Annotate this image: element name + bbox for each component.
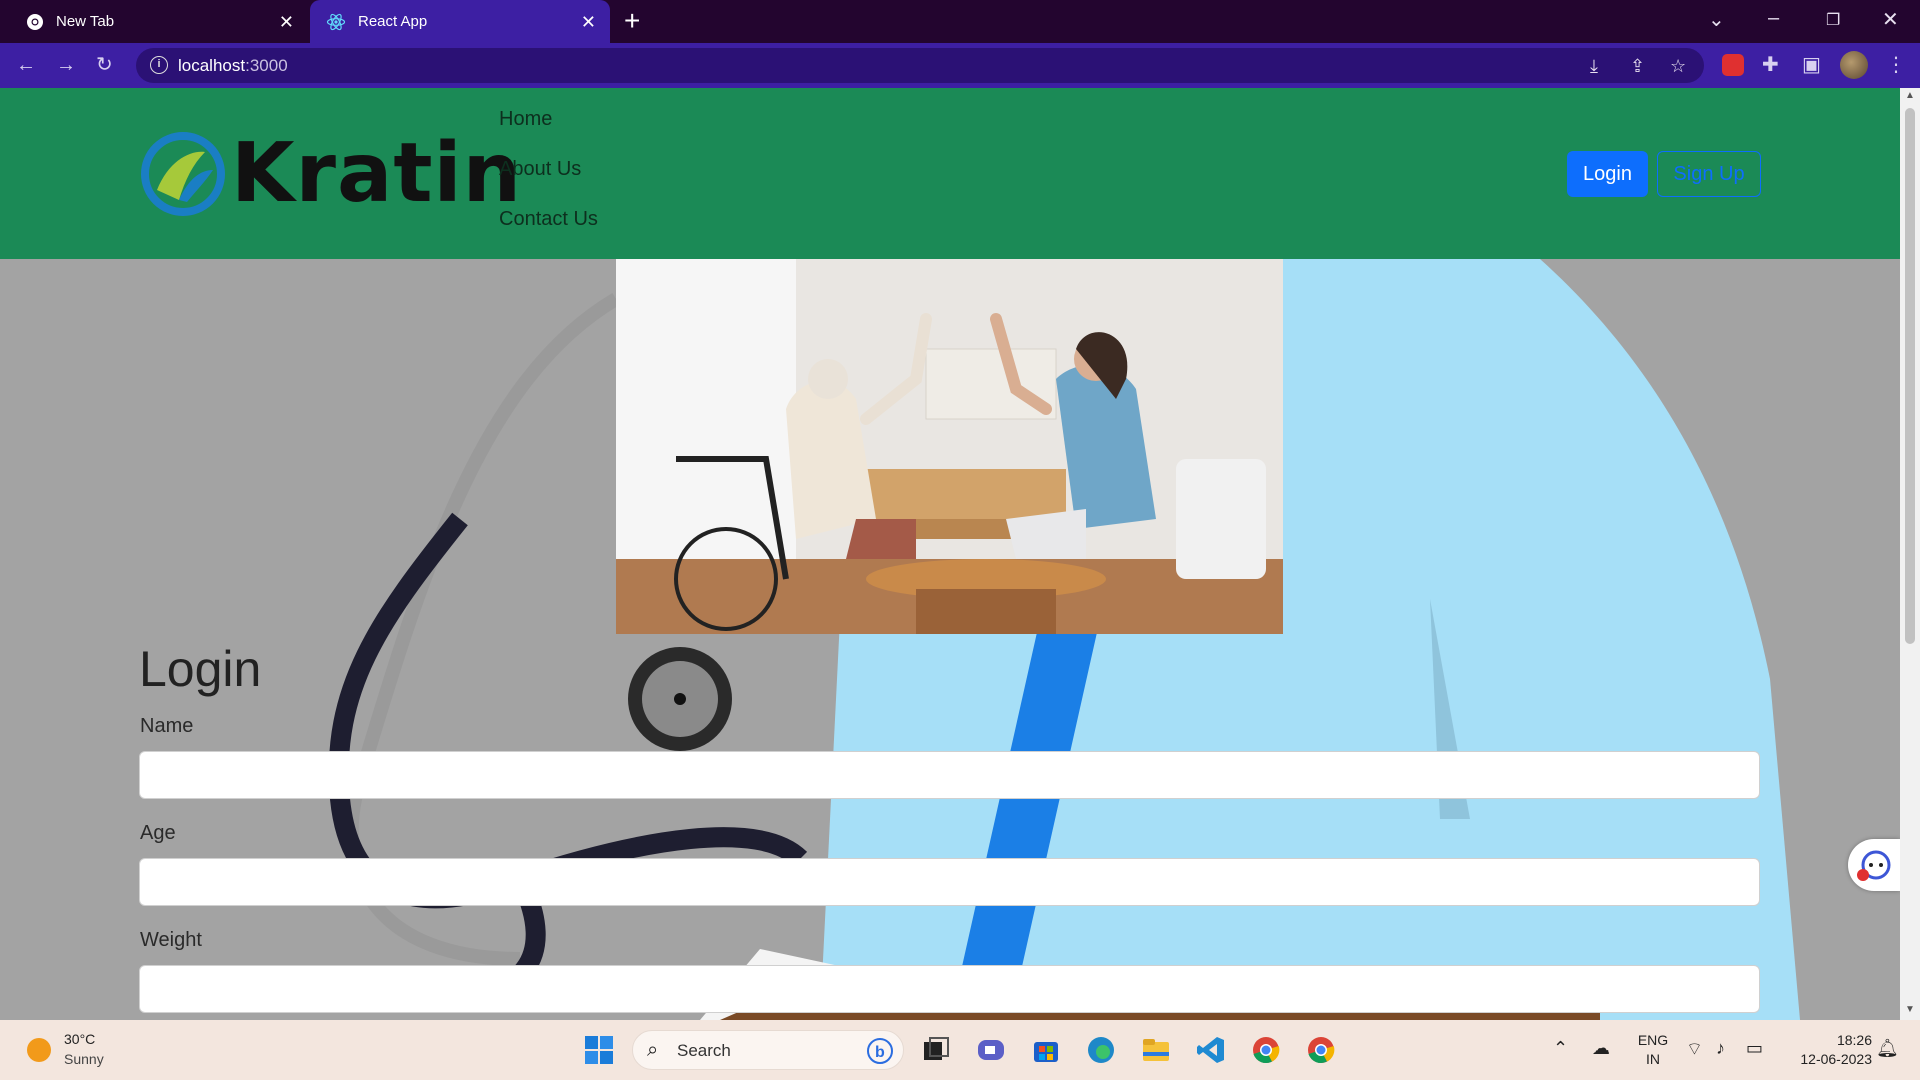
close-icon[interactable]: ✕: [581, 13, 596, 31]
nav-contact-us[interactable]: Contact Us: [499, 206, 598, 256]
bing-icon: b: [867, 1038, 893, 1064]
page-scrollbar[interactable]: ▲ ▼: [1900, 88, 1920, 1020]
menu-kebab-icon[interactable]: ⋮: [1886, 53, 1906, 77]
reload-icon[interactable]: ↻: [96, 53, 113, 77]
scroll-down-icon[interactable]: ▼: [1905, 1004, 1915, 1015]
battery-icon[interactable]: ▭: [1746, 1038, 1763, 1059]
tray-overflow-icon[interactable]: ⌃: [1553, 1038, 1568, 1059]
extensions-puzzle-icon[interactable]: ✚: [1762, 53, 1779, 77]
weight-input[interactable]: [139, 965, 1760, 1013]
nav-home[interactable]: Home: [499, 106, 598, 156]
brand-logo[interactable]: Kratin: [139, 126, 521, 221]
task-view-icon[interactable]: [920, 1034, 952, 1066]
wifi-icon[interactable]: ⌔: [1686, 1038, 1703, 1061]
scroll-up-icon[interactable]: ▲: [1905, 90, 1915, 101]
page-viewport: Kratin Home About Us Contact Us Login Si…: [0, 88, 1900, 1020]
hero-image: [616, 259, 1283, 634]
search-icon: ⌕: [647, 1039, 659, 1061]
file-explorer-icon[interactable]: [1140, 1034, 1172, 1066]
weight-label: Weight: [140, 929, 202, 951]
site-info-icon[interactable]: i: [150, 56, 168, 74]
install-app-icon[interactable]: ⤓: [1590, 56, 1598, 77]
weather-sun-icon[interactable]: [27, 1038, 51, 1062]
restore-icon[interactable]: ❐: [1826, 10, 1840, 30]
search-placeholder: Search: [677, 1041, 731, 1060]
scrollbar-thumb[interactable]: [1905, 108, 1915, 644]
tab-label: New Tab: [56, 13, 115, 30]
clock[interactable]: 18:26 12-06-2023: [1782, 1031, 1872, 1069]
windows-taskbar: 30°C Sunny ⌕ Search b ⌃ ☁ ENG IN ⌔ ♪ ▭ 1…: [0, 1020, 1920, 1080]
back-icon[interactable]: ←: [16, 53, 36, 77]
profile-avatar[interactable]: [1840, 51, 1868, 79]
minimize-icon[interactable]: –: [1768, 7, 1779, 30]
notification-bell-icon[interactable]: 🔔︎: [1876, 1038, 1899, 1059]
age-label: Age: [140, 822, 176, 844]
taskbar-search[interactable]: ⌕ Search b: [632, 1030, 904, 1070]
windows-start-icon[interactable]: [583, 1034, 615, 1066]
side-panel-icon[interactable]: ▣: [1802, 53, 1821, 77]
address-bar[interactable]: i localhost:3000 ⤓ ⇪ ☆: [136, 48, 1704, 83]
onedrive-icon[interactable]: ☁: [1592, 1038, 1610, 1059]
tab-new-tab[interactable]: New Tab ✕: [8, 0, 308, 43]
language-indicator[interactable]: ENG IN: [1633, 1031, 1673, 1069]
site-navbar: Kratin Home About Us Contact Us Login Si…: [0, 88, 1900, 259]
chrome-taskbar-icon[interactable]: [1250, 1034, 1282, 1066]
tab-search-icon[interactable]: ⌄: [1708, 7, 1725, 32]
new-tab-button[interactable]: +: [624, 6, 640, 36]
close-icon[interactable]: ✕: [279, 13, 294, 31]
assistant-widget[interactable]: [1848, 839, 1900, 891]
logo-text: Kratin: [231, 126, 522, 221]
url-text[interactable]: localhost:3000: [178, 56, 288, 76]
login-button[interactable]: Login: [1567, 151, 1648, 197]
bookmark-star-icon[interactable]: ☆: [1670, 56, 1686, 77]
login-heading: Login: [139, 641, 262, 697]
nav-about-us[interactable]: About Us: [499, 156, 598, 206]
tab-react-app[interactable]: React App ✕: [310, 0, 610, 43]
kratin-logo-icon: [141, 132, 225, 216]
tab-label: React App: [358, 13, 428, 30]
browser-toolbar: ← → ↻ i localhost:3000 ⤓ ⇪ ☆ ✚ ▣ ⋮: [0, 43, 1920, 88]
assistant-icon: [1857, 850, 1891, 881]
svg-text:b: b: [875, 1044, 885, 1061]
share-icon[interactable]: ⇪: [1630, 56, 1645, 77]
weather-temp[interactable]: 30°C: [64, 1031, 95, 1047]
weather-desc[interactable]: Sunny: [64, 1051, 104, 1067]
extension-icon[interactable]: [1722, 54, 1744, 76]
teams-chat-icon[interactable]: [975, 1034, 1007, 1066]
react-icon: [326, 13, 346, 30]
chrome-icon: [27, 13, 43, 30]
vscode-icon[interactable]: [1195, 1034, 1227, 1066]
edge-icon[interactable]: [1085, 1034, 1117, 1066]
name-input[interactable]: [139, 751, 1760, 799]
forward-icon[interactable]: →: [56, 53, 76, 77]
signup-button[interactable]: Sign Up: [1657, 151, 1761, 197]
microsoft-store-icon[interactable]: [1030, 1034, 1062, 1066]
close-window-icon[interactable]: ✕: [1882, 7, 1899, 32]
nav-links: Home About Us Contact Us: [499, 106, 598, 256]
age-input[interactable]: [139, 858, 1760, 906]
volume-icon[interactable]: ♪: [1716, 1038, 1725, 1059]
name-label: Name: [140, 715, 194, 737]
browser-tab-strip: New Tab ✕ React App ✕ + ⌄ – ❐ ✕: [0, 0, 1920, 43]
chrome-active-taskbar-icon[interactable]: [1305, 1034, 1337, 1066]
